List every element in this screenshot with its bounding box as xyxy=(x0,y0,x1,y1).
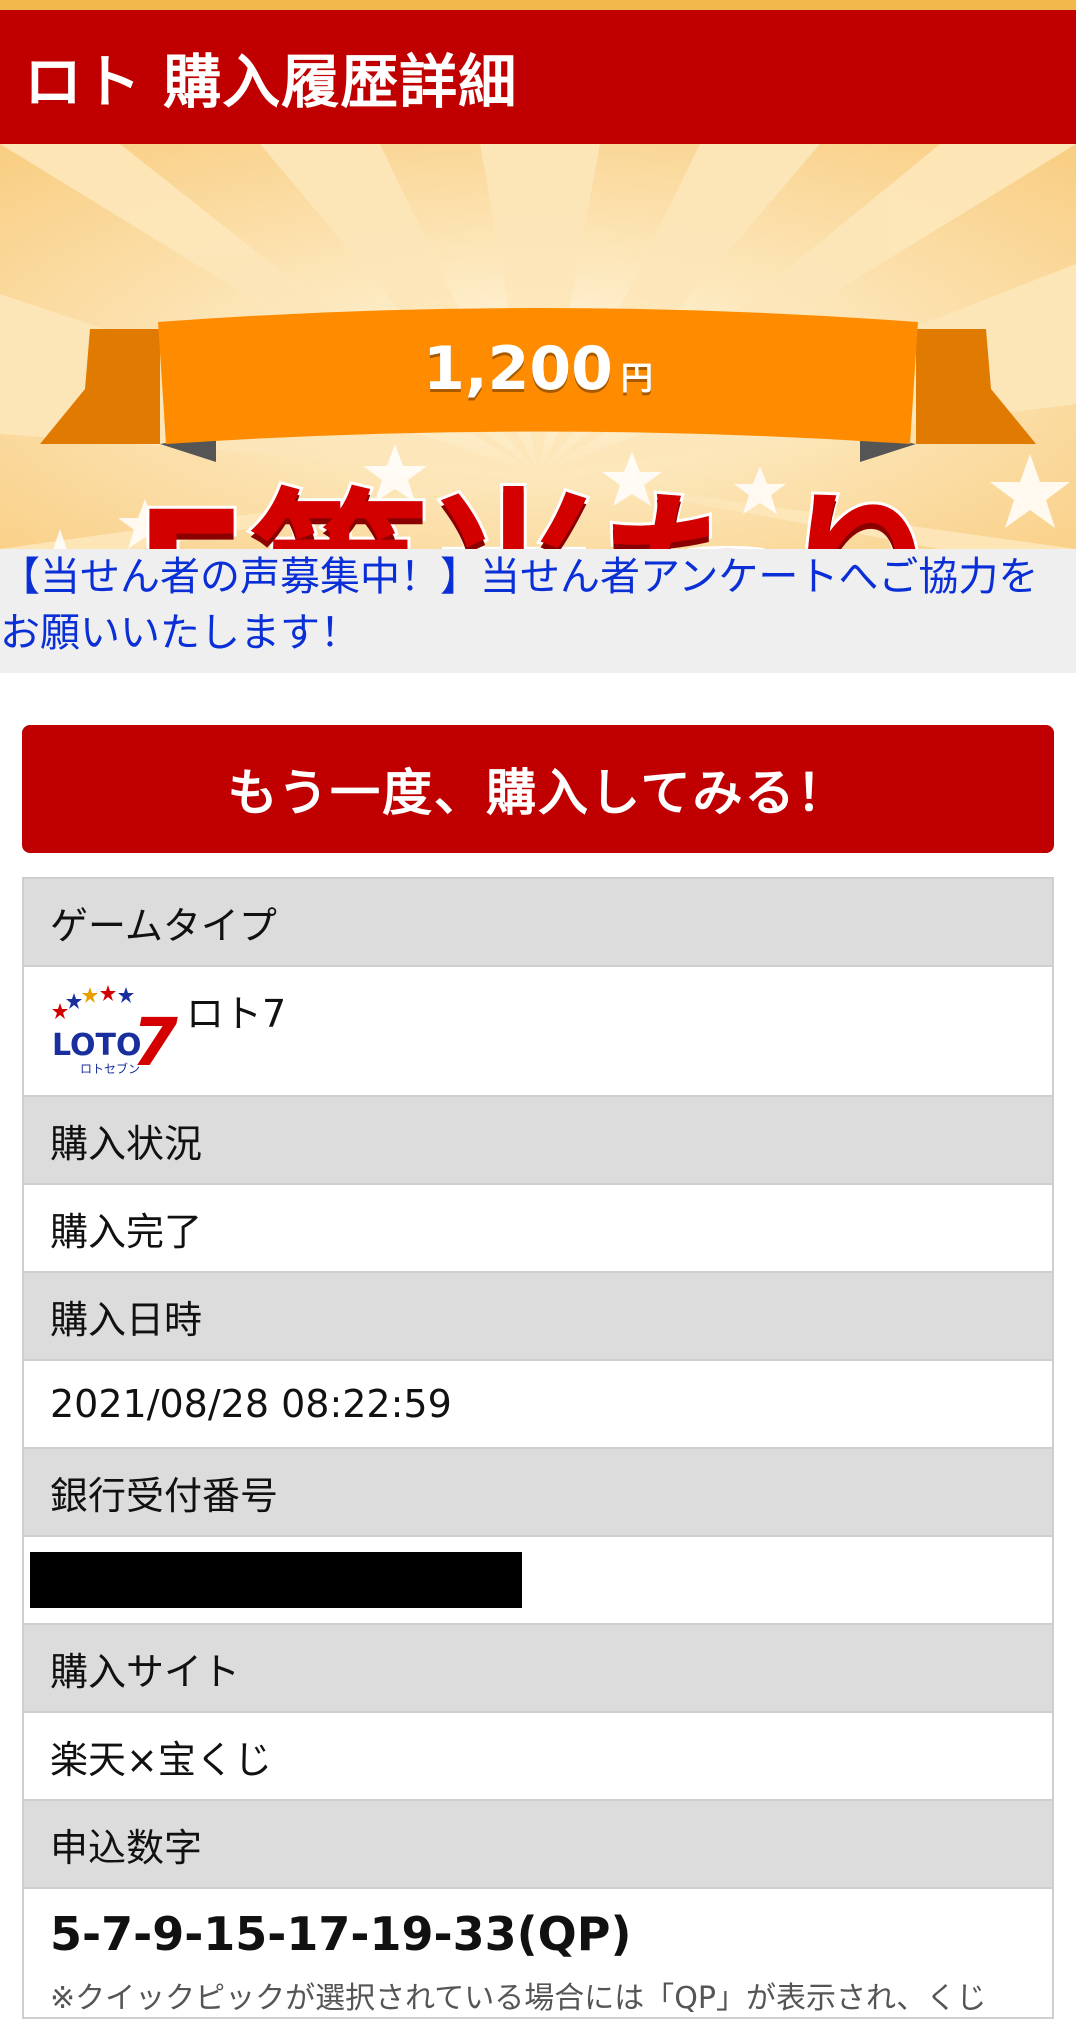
datetime-value: 2021/08/28 08:22:59 xyxy=(50,1382,452,1426)
bank-number-label: 銀行受付番号 xyxy=(50,1473,279,1518)
numbers-header: 申込数字 xyxy=(24,1801,1052,1889)
site-header: 購入サイト xyxy=(24,1625,1052,1713)
top-accent-line xyxy=(0,0,1076,10)
status-label: 購入状況 xyxy=(50,1121,203,1166)
amount-value: 1,200 xyxy=(423,334,613,404)
logo-main-text: LOTO xyxy=(52,1028,142,1063)
site-label: 購入サイト xyxy=(50,1649,241,1694)
status-header: 購入状況 xyxy=(24,1097,1052,1185)
status-row: 購入完了 xyxy=(24,1185,1052,1273)
prize-rank-text: 5等当たり xyxy=(0,486,1076,550)
datetime-row: 2021/08/28 08:22:59 xyxy=(24,1361,1052,1449)
redacted-bank-number xyxy=(30,1552,522,1608)
numbers-row: 5-7-9-15-17-19-33(QP) ※クイックピックが選択されている場合… xyxy=(24,1889,1052,2019)
site-value: 楽天×宝くじ xyxy=(50,1737,272,1782)
game-type-value: ロト7 xyxy=(186,992,287,1036)
quick-pick-note: ※クイックピックが選択されている場合には「QP」が表示され、くじ xyxy=(50,1981,987,2016)
page-title: ロト 購入履歴詳細 xyxy=(24,48,518,116)
rebuy-button[interactable]: もう一度、購入してみる！ xyxy=(22,725,1054,853)
page-header: ロト 購入履歴詳細 xyxy=(0,10,1076,144)
logo-kana-text: ロトセブン xyxy=(80,1061,140,1076)
prize-banner: 1,200円 5等当たり xyxy=(0,144,1076,549)
prize-amount: 1,200 円 xyxy=(0,334,1076,404)
game-type-label: ゲームタイプ xyxy=(50,903,277,948)
purchase-detail-table: ゲームタイプ LOTO 7 ロトセブン ロト7 購入状況 購入完了 購入日時 2… xyxy=(22,877,1054,2019)
datetime-header: 購入日時 xyxy=(24,1273,1052,1361)
survey-link[interactable]: 【当せん者の声募集中！】当せん者アンケートへご協力をお願いいたします！ xyxy=(0,549,1076,673)
loto7-logo-icon: LOTO 7 ロトセブン xyxy=(52,985,178,1077)
game-type-row: LOTO 7 ロトセブン ロト7 xyxy=(24,967,1052,1097)
datetime-label: 購入日時 xyxy=(50,1297,203,1342)
status-value: 購入完了 xyxy=(50,1209,203,1254)
amount-currency: 円 xyxy=(620,359,653,397)
game-type-header: ゲームタイプ xyxy=(24,879,1052,967)
selected-numbers: 5-7-9-15-17-19-33(QP) xyxy=(50,1907,632,1961)
numbers-label: 申込数字 xyxy=(50,1825,203,1870)
bank-number-header: 銀行受付番号 xyxy=(24,1449,1052,1537)
rebuy-section: もう一度、購入してみる！ xyxy=(0,673,1076,877)
bank-number-row xyxy=(24,1537,1052,1625)
site-row: 楽天×宝くじ xyxy=(24,1713,1052,1801)
